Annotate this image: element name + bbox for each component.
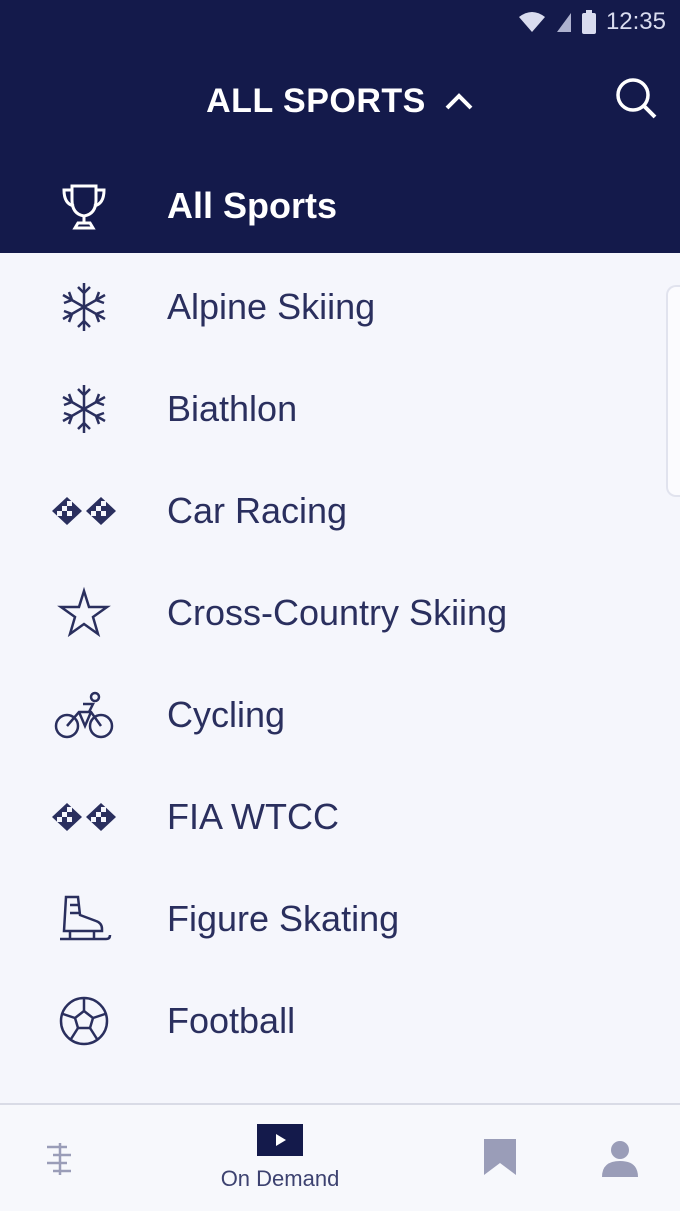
schedule-icon <box>47 1143 71 1175</box>
header-title: ALL SPORTS <box>206 81 426 120</box>
star-icon <box>48 577 120 649</box>
nav-on-demand-label: On Demand <box>220 1166 340 1191</box>
nav-bookmarks[interactable] <box>460 1105 540 1211</box>
sport-item-label: Cross-Country Skiing <box>167 592 508 633</box>
status-bar: 12:35 <box>518 6 666 38</box>
wifi-icon <box>518 12 545 32</box>
search-button[interactable] <box>612 74 660 122</box>
sport-item-biathlon[interactable]: Biathlon <box>0 358 680 460</box>
search-icon <box>616 78 657 119</box>
chevron-up-icon <box>445 93 473 110</box>
sport-item-cycling[interactable]: Cycling <box>0 664 680 766</box>
trophy-icon <box>48 170 120 242</box>
top-bar: 12:35 ALL SPORTS All Sports <box>0 0 680 253</box>
play-video-icon <box>257 1124 303 1156</box>
sport-item-cross-country-skiing[interactable]: Cross-Country Skiing <box>0 562 680 664</box>
sport-item-car-racing[interactable]: Car Racing <box>0 460 680 562</box>
sport-item-label: Football <box>167 1000 296 1041</box>
sport-selector[interactable]: ALL SPORTS <box>0 76 680 126</box>
bookmark-icon <box>484 1139 516 1175</box>
sport-item-label: Biathlon <box>167 388 298 429</box>
soccer-ball-icon <box>48 985 120 1057</box>
sport-list: Alpine Skiing Biathlon Car Racing Cross-… <box>0 253 680 1103</box>
scroll-indicator[interactable] <box>666 285 680 497</box>
sport-item-football[interactable]: Football <box>0 970 680 1072</box>
nav-on-demand[interactable]: On Demand <box>190 1105 370 1211</box>
sport-item-label: Figure Skating <box>167 898 400 939</box>
sport-item-figure-skating[interactable]: Figure Skating <box>0 868 680 970</box>
snowflake-icon <box>48 271 120 343</box>
status-time: 12:35 <box>605 8 666 35</box>
snowflake-icon <box>48 373 120 445</box>
checkered-flags-icon <box>48 475 120 547</box>
nav-profile[interactable] <box>580 1105 660 1211</box>
sport-item-label: Car Racing <box>167 490 348 531</box>
user-icon <box>602 1141 638 1177</box>
checkered-flags-icon <box>48 781 120 853</box>
bicycle-icon <box>48 679 120 751</box>
nav-schedule[interactable] <box>20 1105 100 1211</box>
sport-item-all-sports[interactable]: All Sports <box>0 160 680 252</box>
sport-item-label: Cycling <box>167 694 286 735</box>
ice-skate-icon <box>48 883 120 955</box>
sport-item-label: All Sports <box>167 185 338 226</box>
signal-icon <box>556 13 571 32</box>
sport-item-fia-wtcc[interactable]: FIA WTCC <box>0 766 680 868</box>
sport-item-label: Alpine Skiing <box>167 286 376 327</box>
bottom-navigation: On Demand <box>0 1103 680 1211</box>
battery-icon <box>581 10 596 34</box>
sport-item-label: FIA WTCC <box>167 796 339 837</box>
sport-item-alpine-skiing[interactable]: Alpine Skiing <box>0 256 680 358</box>
